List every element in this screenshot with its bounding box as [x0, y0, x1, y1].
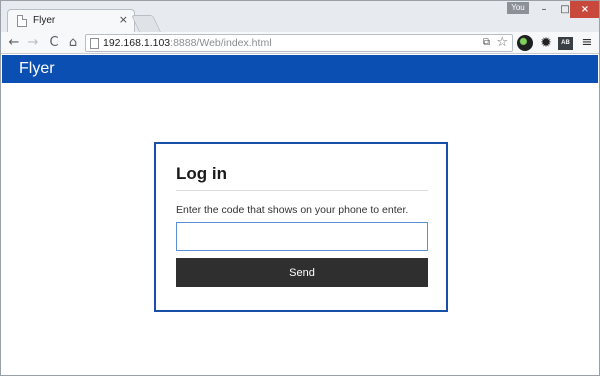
extension-globe-icon[interactable]: [517, 35, 533, 51]
send-button[interactable]: Send: [176, 258, 428, 287]
settings-gear-icon[interactable]: ✹: [538, 35, 554, 51]
home-icon[interactable]: ⌂: [65, 35, 81, 51]
url-host: 192.168.1.103: [103, 37, 171, 49]
browser-window: Flyer × You – □ × ← → C ⌂ 192.168.1.103:…: [0, 0, 600, 376]
reload-icon[interactable]: C: [46, 35, 62, 51]
app-title: Flyer: [19, 60, 55, 77]
new-tab-button[interactable]: [131, 15, 161, 32]
menu-icon[interactable]: ≡: [579, 35, 595, 51]
minimize-button[interactable]: –: [533, 1, 555, 18]
title-bar: Flyer × You – □ ×: [1, 1, 599, 33]
browser-tab[interactable]: Flyer ×: [7, 9, 135, 33]
forward-arrow-icon[interactable]: →: [25, 35, 41, 51]
tab-close-icon[interactable]: ×: [119, 13, 128, 26]
browser-toolbar: ← → C ⌂ 192.168.1.103:8888/Web/index.htm…: [1, 32, 599, 54]
code-input[interactable]: [176, 222, 428, 251]
login-instruction: Enter the code that shows on your phone …: [176, 204, 409, 216]
tab-title: Flyer: [33, 15, 56, 26]
login-card: Log in Enter the code that shows on your…: [154, 142, 448, 312]
bookmark-star-icon[interactable]: ☆: [496, 35, 508, 50]
url-path: :8888/Web/index.html: [170, 37, 272, 49]
page-info-icon[interactable]: [90, 38, 99, 49]
extension-badge-icon[interactable]: AB: [558, 37, 573, 50]
address-bar[interactable]: 192.168.1.103:8888/Web/index.html ⧉ ☆: [85, 34, 513, 52]
translate-icon[interactable]: ⧉: [483, 37, 490, 48]
login-heading: Log in: [176, 164, 227, 183]
page-icon: [17, 15, 27, 27]
user-profile-badge[interactable]: You: [507, 2, 529, 14]
divider: [176, 190, 428, 191]
back-arrow-icon[interactable]: ←: [6, 35, 22, 51]
url-text: 192.168.1.103:8888/Web/index.html: [103, 37, 272, 49]
app-header: Flyer: [2, 55, 598, 83]
close-window-button[interactable]: ×: [570, 1, 599, 18]
